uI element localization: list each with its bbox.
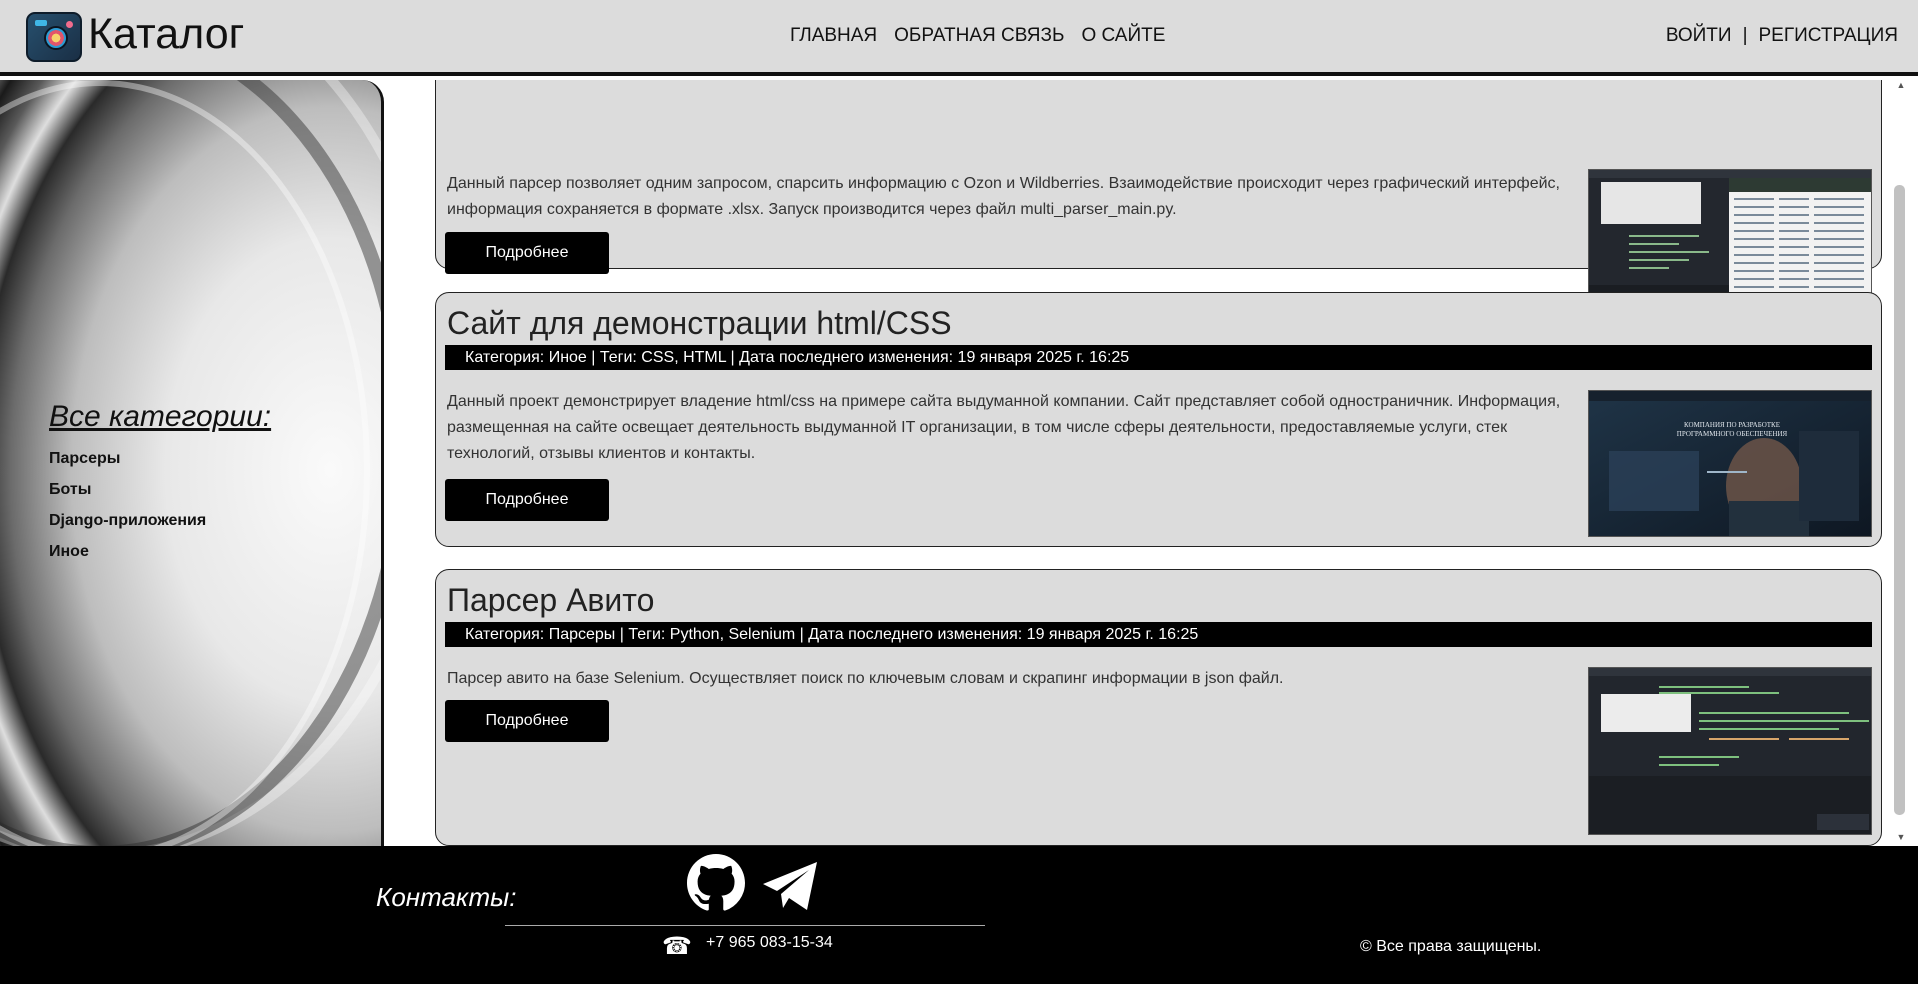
camera-logo-icon[interactable] [26, 12, 82, 62]
register-link[interactable]: РЕГИСТРАЦИЯ [1759, 25, 1899, 47]
categories-title: Все категории: [49, 400, 272, 433]
project-card: Данный парсер позволяет одним запросом, … [435, 80, 1882, 339]
details-button[interactable]: Подробнее [445, 232, 609, 274]
scroll-down-arrow-icon[interactable]: ▼ [1884, 832, 1918, 846]
project-list: Данный парсер позволяет одним запросом, … [384, 80, 1884, 846]
details-button[interactable]: Подробнее [445, 700, 609, 742]
project-card: Парсер Авито Категория: Парсеры | Теги: … [435, 569, 1882, 846]
contacts-label: Контакты: [376, 882, 517, 912]
phone-icon: ☎ [662, 933, 692, 960]
card-title[interactable]: Парсер Авито [447, 582, 654, 619]
footer: Контакты: ☎ +7 965 083-15-34 © Все права… [0, 846, 1918, 984]
project-card: Сайт для демонстрации html/CSS Категория… [435, 292, 1882, 547]
header: Каталог ГЛАВНАЯ ОБРАТНАЯ СВЯЗЬ О САЙТЕ В… [0, 0, 1918, 76]
login-link[interactable]: ВОЙТИ [1666, 25, 1732, 47]
sidebar: Все категории: Парсеры Боты Django-прило… [0, 80, 384, 846]
nav-about-link[interactable]: О САЙТЕ [1081, 25, 1165, 47]
phone-number[interactable]: +7 965 083-15-34 [706, 934, 833, 952]
main-nav: ГЛАВНАЯ ОБРАТНАЯ СВЯЗЬ О САЙТЕ [790, 25, 1165, 47]
card-description: Парсер авито на базе Selenium. Осуществл… [447, 670, 1284, 687]
auth-separator: | [1742, 25, 1748, 46]
nav-feedback-link[interactable]: ОБРАТНАЯ СВЯЗЬ [894, 25, 1064, 47]
nav-home-link[interactable]: ГЛАВНАЯ [790, 25, 877, 47]
project-screenshot[interactable] [1588, 667, 1872, 835]
card-title[interactable]: Сайт для демонстрации html/CSS [447, 305, 952, 342]
category-other[interactable]: Иное [49, 543, 206, 561]
card-description: Данный парсер позволяет одним запросом, … [447, 175, 1560, 218]
card-description: Данный проект демонстрирует владение htm… [447, 393, 1561, 462]
site-title[interactable]: Каталог [88, 8, 244, 60]
card-meta: Категория: Парсеры | Теги: Python, Selen… [445, 622, 1872, 647]
details-button[interactable]: Подробнее [445, 479, 609, 521]
telegram-icon[interactable] [761, 858, 821, 914]
auth-links: ВОЙТИ | РЕГИСТРАЦИЯ [1666, 25, 1898, 47]
category-parsers[interactable]: Парсеры [49, 450, 206, 468]
category-bots[interactable]: Боты [49, 481, 206, 499]
footer-divider [505, 925, 985, 926]
category-django-apps[interactable]: Django-приложения [49, 512, 206, 530]
thumbnail-heading: КОМПАНИЯ ПО РАЗРАБОТКЕ ПРОГРАММНОГО ОБЕС… [1676, 421, 1788, 438]
vertical-scrollbar[interactable]: ▲ ▼ [1884, 80, 1918, 846]
copyright: © Все права защищены. [1360, 938, 1542, 955]
scrollbar-thumb[interactable] [1894, 185, 1905, 815]
scroll-up-arrow-icon[interactable]: ▲ [1884, 80, 1918, 94]
category-list: Парсеры Боты Django-приложения Иное [49, 450, 206, 574]
project-screenshot[interactable]: КОМПАНИЯ ПО РАЗРАБОТКЕ ПРОГРАММНОГО ОБЕС… [1588, 390, 1872, 537]
github-icon[interactable] [687, 854, 745, 912]
card-meta: Категория: Иное | Теги: CSS, HTML | Дата… [445, 345, 1872, 370]
